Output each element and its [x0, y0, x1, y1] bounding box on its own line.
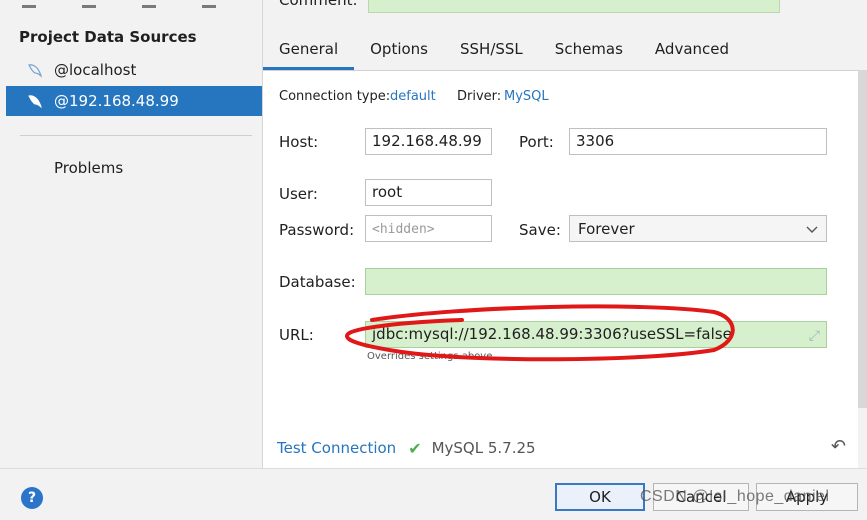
chevron-down-icon [806, 220, 818, 238]
tab-ssh-ssl[interactable]: SSH/SSL [444, 36, 539, 70]
tab-options[interactable]: Options [354, 36, 444, 70]
host-label: Host: [279, 133, 319, 151]
save-select-value: Forever [578, 219, 635, 238]
port-label: Port: [519, 133, 554, 151]
url-hint: Overrides settings above [367, 351, 493, 362]
general-panel: Connection type: default Driver: MySQL H… [263, 70, 858, 470]
port-input[interactable]: 3306 [569, 128, 827, 155]
password-input[interactable]: <hidden> [365, 215, 492, 242]
database-label: Database: [279, 273, 356, 291]
toolbar-icon[interactable] [142, 2, 156, 8]
connection-type-label: Connection type: [279, 89, 391, 104]
test-status: MySQL 5.7.25 [431, 439, 536, 457]
sidebar-item-localhost[interactable]: @localhost [6, 55, 262, 85]
tab-schemas[interactable]: Schemas [539, 36, 639, 70]
ok-button[interactable]: OK [555, 483, 645, 511]
sidebar-heading: Project Data Sources [19, 28, 197, 46]
toolbar-icon[interactable] [82, 2, 96, 8]
url-label: URL: [279, 326, 314, 344]
user-input[interactable]: root [365, 179, 492, 206]
comment-input[interactable] [368, 0, 780, 13]
test-connection-row: Test Connection ✔ MySQL 5.7.25 ↶ [263, 428, 858, 468]
url-input[interactable]: jdbc:mysql://192.168.48.99:3306?useSSL=f… [365, 321, 827, 348]
settings-tabs: General Options SSH/SSL Schemas Advanced [263, 36, 745, 70]
toolbar-icon[interactable] [22, 2, 36, 8]
user-label: User: [279, 185, 318, 203]
sidebar-item-label: @192.168.48.99 [54, 92, 179, 110]
driver-label: Driver: [457, 89, 502, 104]
url-value: jdbc:mysql://192.168.48.99:3306?useSSL=f… [372, 325, 732, 343]
toolbar-icon[interactable] [202, 2, 216, 8]
tab-advanced[interactable]: Advanced [639, 36, 745, 70]
database-input[interactable] [365, 268, 827, 295]
undo-icon[interactable]: ↶ [831, 436, 846, 457]
sidebar-toolbar [22, 0, 262, 8]
datasource-sidebar: Project Data Sources @localhost @192.168… [0, 0, 263, 468]
sidebar-item-label: @localhost [54, 61, 137, 79]
sidebar-item-problems[interactable]: Problems [54, 159, 123, 177]
expand-icon[interactable]: ⤢ [809, 326, 820, 347]
mysql-dolphin-icon [26, 92, 44, 110]
tab-general[interactable]: General [263, 36, 355, 70]
mysql-dolphin-icon [26, 61, 44, 79]
test-connection-link[interactable]: Test Connection [277, 439, 396, 457]
sidebar-divider [20, 135, 252, 136]
driver-link[interactable]: MySQL [504, 89, 549, 104]
password-placeholder: <hidden> [372, 222, 435, 237]
right-scrollbar[interactable] [858, 70, 867, 408]
check-icon: ✔ [408, 438, 422, 458]
save-label: Save: [519, 221, 561, 239]
connection-type-link[interactable]: default [390, 89, 436, 104]
comment-label: Comment: [279, 0, 358, 9]
host-input[interactable]: 192.168.48.99 [365, 128, 492, 155]
save-select[interactable]: Forever [569, 215, 827, 242]
password-label: Password: [279, 221, 355, 239]
watermark: CSDN @IsI_hope_daniel [640, 488, 830, 505]
sidebar-item-192-168-48-99[interactable]: @192.168.48.99 [6, 86, 262, 116]
help-icon[interactable]: ? [21, 487, 43, 509]
